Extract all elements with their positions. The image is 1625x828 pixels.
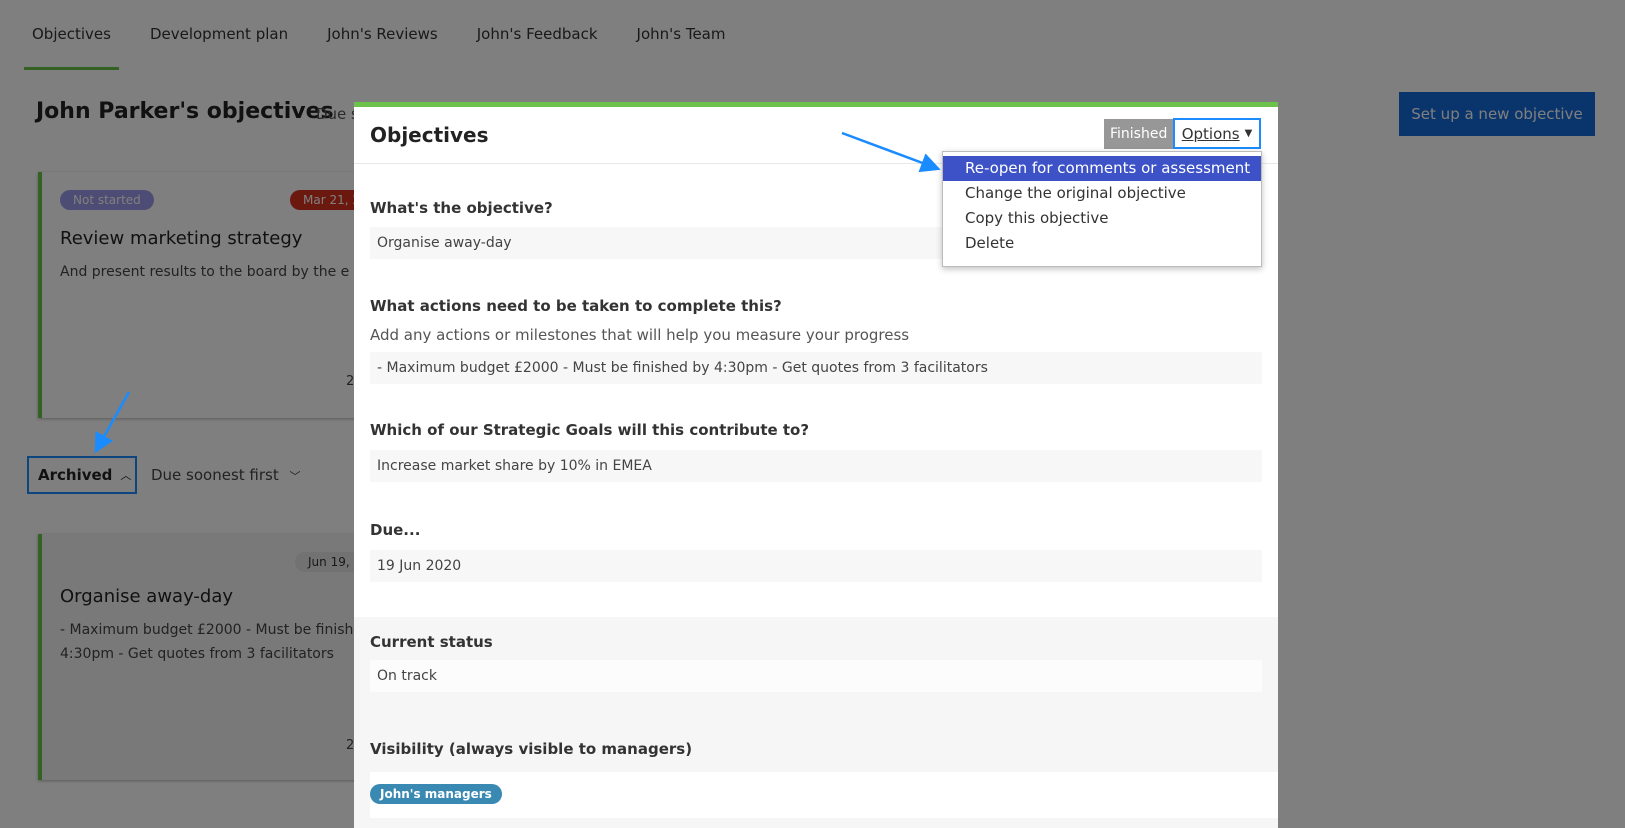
actions-value: - Maximum budget £2000 - Must be finishe… [370, 352, 1262, 384]
menu-item-reopen[interactable]: Re-open for comments or assessment [943, 156, 1261, 181]
goals-value: Increase market share by 10% in EMEA [370, 450, 1262, 482]
goals-label: Which of our Strategic Goals will this c… [370, 421, 810, 439]
objective-label: What's the objective? [370, 199, 553, 217]
due-label: Due... [370, 521, 421, 539]
caret-down-icon: ▼ [1244, 128, 1253, 139]
actions-hint: Add any actions or milestones that will … [370, 326, 910, 344]
visibility-tag: John's managers [370, 784, 502, 804]
options-dropdown: Re-open for comments or assessment Chang… [942, 151, 1262, 267]
menu-item-delete[interactable]: Delete [943, 231, 1261, 256]
status-label: Current status [370, 633, 493, 651]
due-value: 19 Jun 2020 [370, 550, 1262, 582]
options-label: Options [1181, 124, 1240, 143]
modal-title: Objectives [370, 123, 489, 147]
finished-badge: Finished [1104, 119, 1174, 149]
status-value: On track [370, 660, 1262, 692]
visibility-box: John's managers [370, 772, 1278, 818]
actions-label: What actions need to be taken to complet… [370, 297, 782, 315]
menu-item-change-objective[interactable]: Change the original objective [943, 181, 1261, 206]
visibility-label: Visibility (always visible to managers) [370, 740, 693, 758]
menu-item-copy-objective[interactable]: Copy this objective [943, 206, 1261, 231]
options-button[interactable]: Options ▼ [1173, 118, 1261, 149]
